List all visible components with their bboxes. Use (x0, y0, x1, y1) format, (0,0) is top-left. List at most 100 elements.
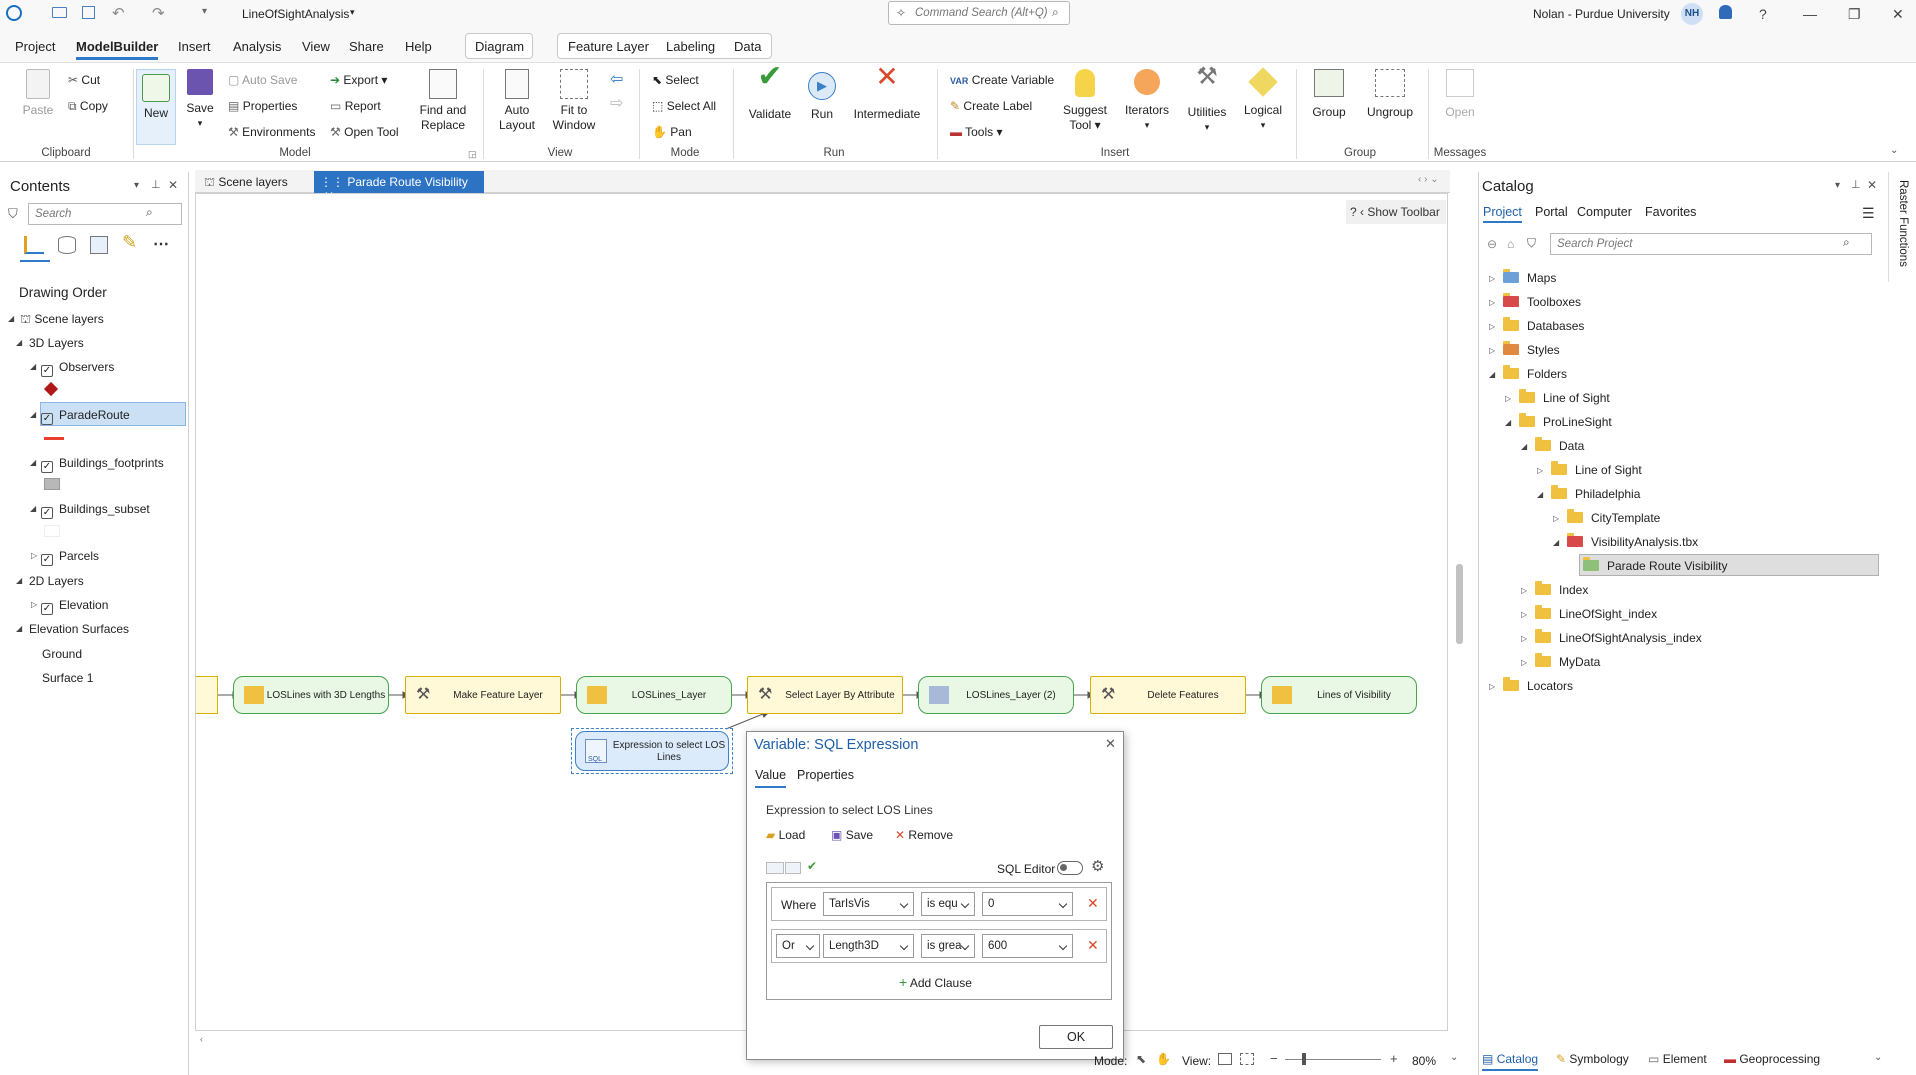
clause-2-field-select[interactable]: Length3D (823, 934, 914, 958)
visibility-checkbox[interactable]: ✓ (41, 554, 53, 566)
catalog-parade-route-visibility[interactable]: Parade Route Visibility (1583, 557, 1728, 573)
project-name[interactable]: LineOfSightAnalysis (242, 7, 349, 21)
expand-icon[interactable]: ▷ (1521, 586, 1527, 595)
node-los-lines-3d-lengths[interactable]: LOSLines with 3D Lengths (233, 676, 389, 714)
expand-icon[interactable]: ▷ (1537, 466, 1543, 475)
catalog-lineofsightanalysis-index[interactable]: LineOfSightAnalysis_index (1535, 629, 1702, 645)
visibility-checkbox[interactable]: ✓ (41, 461, 53, 473)
select-button[interactable]: ⬉ Select (652, 73, 699, 87)
tab-favorites[interactable]: Favorites (1645, 205, 1696, 219)
group-button[interactable]: Group (1306, 69, 1352, 120)
settings-gear-icon[interactable]: ⚙ (1091, 857, 1104, 875)
minimize-icon[interactable]: — (1803, 6, 1817, 22)
menu-project[interactable]: Project (15, 39, 55, 54)
open-messages-button[interactable]: Open (1440, 69, 1480, 120)
contents-search-input[interactable]: Search (28, 203, 182, 225)
catalog-line-of-sight[interactable]: Line of Sight (1519, 389, 1610, 405)
create-label-button[interactable]: ✎ Create Label (950, 99, 1032, 113)
dialog-close-icon[interactable]: ✕ (1105, 736, 1116, 752)
expand-icon[interactable]: ▷ (1521, 610, 1527, 619)
add-clause-button[interactable]: + Add Clause (899, 974, 972, 990)
ungroup-button[interactable]: Ungroup (1362, 69, 1418, 120)
visibility-checkbox[interactable]: ✓ (41, 413, 53, 425)
user-name[interactable]: Nolan - Purdue University (1533, 7, 1670, 21)
vertical-scrollbar-thumb[interactable] (1456, 564, 1463, 644)
collapse-icon[interactable]: ◢ (16, 624, 22, 633)
catalog-philadelphia[interactable]: Philadelphia (1551, 485, 1640, 501)
filter-icon[interactable]: ⛉ (1527, 236, 1536, 251)
catalog-locators[interactable]: Locators (1503, 677, 1573, 693)
pane-menu-icon[interactable]: ▾ (134, 180, 139, 191)
tab-scroll-icons[interactable]: ‹ › ⌄ (1418, 174, 1439, 185)
close-pane-icon[interactable]: ✕ (1867, 178, 1877, 192)
load-button[interactable]: ▰ Load (766, 828, 805, 842)
zoom-out-icon[interactable]: − (1270, 1051, 1278, 1066)
expand-icon[interactable]: ▷ (1489, 298, 1495, 307)
tab-element[interactable]: ▭ Element (1648, 1052, 1707, 1066)
open-tool-button[interactable]: ⚒ Open Tool (330, 125, 399, 139)
tab-parade-route-visibility[interactable]: ⋮⋮ Parade Route Visibility ✕ (314, 171, 484, 203)
pin-icon[interactable]: ⊥ (151, 178, 161, 191)
node-select-layer-by-attribute[interactable]: ⚒ Select Layer By Attribute (747, 676, 903, 714)
catalog-menu-icon[interactable]: ☰ (1862, 205, 1875, 222)
tree-elevation-surfaces[interactable]: Elevation Surfaces (29, 622, 129, 636)
pane-menu-icon[interactable]: ▾ (1835, 180, 1840, 191)
raster-functions-side-tab[interactable]: Raster Functions (1888, 172, 1914, 282)
expand-icon[interactable]: ▷ (31, 600, 37, 609)
tools-button[interactable]: ▬ Tools ▾ (950, 125, 1003, 139)
expand-icon[interactable]: ▷ (1489, 346, 1495, 355)
clause-2-value-input[interactable]: 600 (982, 934, 1073, 958)
auto-layout-button[interactable]: Auto Layout (496, 69, 538, 133)
pin-icon[interactable]: ⊥ (1851, 178, 1861, 191)
tab-data[interactable]: Data (734, 39, 761, 54)
expand-icon[interactable]: ▷ (1489, 274, 1495, 283)
close-window-icon[interactable]: ✕ (1892, 6, 1904, 23)
create-variable-button[interactable]: VAR Create Variable (950, 73, 1054, 87)
intermediate-button[interactable]: ✕ Intermediate (850, 63, 924, 122)
catalog-line-of-sight-2[interactable]: Line of Sight (1551, 461, 1642, 477)
collapse-icon[interactable]: ◢ (16, 576, 22, 585)
collapse-icon[interactable]: ◢ (30, 362, 36, 371)
previous-extent-icon[interactable]: ⇦ (610, 69, 623, 89)
expand-icon[interactable]: ▷ (1521, 658, 1527, 667)
catalog-maps[interactable]: Maps (1503, 269, 1556, 285)
tab-labeling[interactable]: Labeling (666, 39, 715, 54)
catalog-styles[interactable]: Styles (1503, 341, 1560, 357)
tab-portal[interactable]: Portal (1535, 205, 1568, 219)
tree-surface-1[interactable]: Surface 1 (42, 671, 93, 685)
avatar[interactable]: NH (1681, 3, 1703, 25)
node-lines-of-visibility[interactable]: Lines of Visibility (1261, 676, 1417, 714)
selection-icon[interactable] (90, 236, 108, 254)
save-icon[interactable] (82, 6, 95, 19)
arcgis-logo-icon[interactable] (6, 5, 22, 21)
bottom-tabs-dropdown-icon[interactable]: ⌄ (1874, 1052, 1882, 1063)
menu-modelbuilder[interactable]: ModelBuilder (76, 39, 159, 60)
tab-symbology[interactable]: ✎ Symbology (1556, 1052, 1629, 1066)
fit-view-icon[interactable] (1240, 1053, 1254, 1065)
visibility-checkbox[interactable]: ✓ (41, 603, 53, 615)
save-expression-button[interactable]: ▣ Save (831, 828, 873, 842)
pan-mode-icon[interactable]: ✋ (1156, 1052, 1171, 1066)
tree-scene-layers[interactable]: ⛫ Scene layers (20, 312, 104, 328)
cut-button[interactable]: ✂ Cut (68, 73, 100, 87)
tree-3d-layers[interactable]: 3D Layers (29, 336, 84, 350)
menu-share[interactable]: Share (349, 39, 384, 54)
node-los-lines-layer-2[interactable]: LOSLines_Layer (2) (918, 676, 1074, 714)
tree-buildings-subset[interactable]: ✓ Buildings_subset (41, 502, 150, 519)
node-sql-expression[interactable]: SQL Expression to select LOS Lines (575, 731, 729, 771)
iterators-button[interactable]: Iterators ▾ (1122, 69, 1172, 133)
close-pane-icon[interactable]: ✕ (168, 178, 178, 192)
delete-clause-2-icon[interactable]: ✕ (1087, 937, 1099, 954)
sql-mode-icon[interactable] (785, 862, 801, 874)
node-delete-features[interactable]: ⚒ Delete Features (1090, 676, 1246, 714)
menu-help[interactable]: Help (405, 39, 432, 54)
command-search-input[interactable]: Command Search (Alt+Q) (888, 1, 1070, 25)
clause-2-operator-select[interactable]: is grea (921, 934, 975, 958)
collapse-icon[interactable]: ◢ (1505, 418, 1511, 427)
auto-save-button[interactable]: ▢ Auto Save (228, 73, 297, 87)
catalog-mydata[interactable]: MyData (1535, 653, 1600, 669)
expand-icon[interactable]: ▷ (1505, 394, 1511, 403)
select-mode-icon[interactable]: ⬉ (1136, 1052, 1146, 1066)
expand-icon[interactable]: ▷ (31, 551, 37, 560)
run-button[interactable]: ▶ Run (802, 69, 842, 122)
